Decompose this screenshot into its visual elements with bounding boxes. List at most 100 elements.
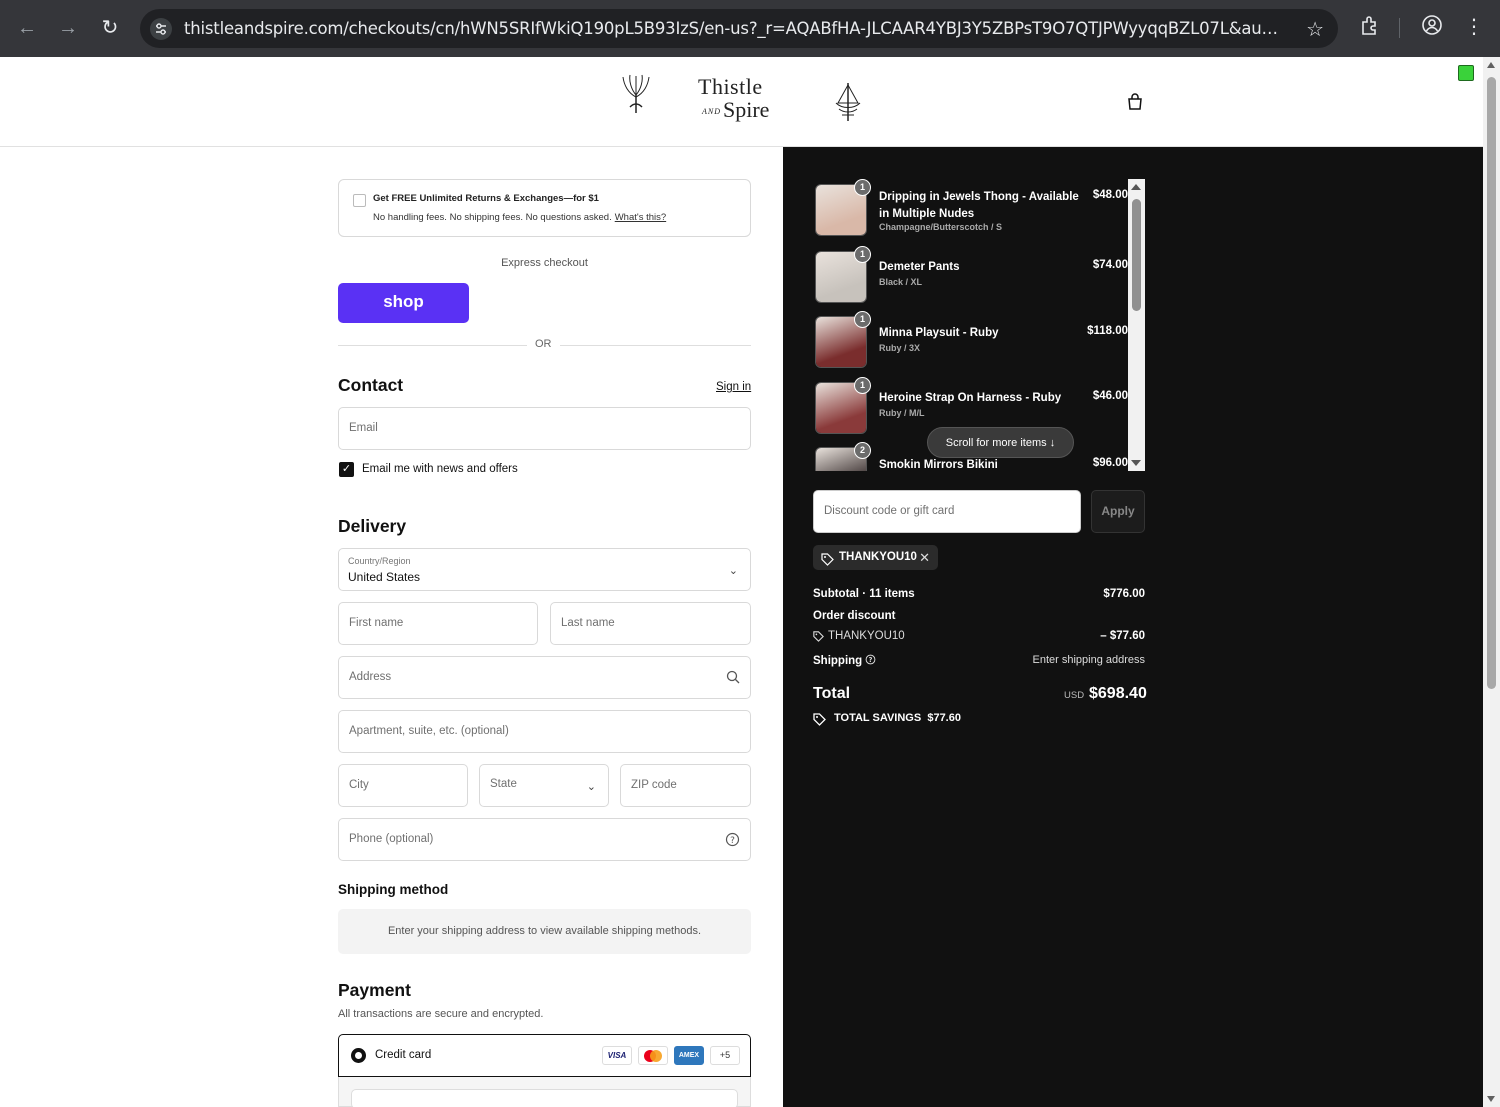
help-circle-icon[interactable]: ? xyxy=(865,654,876,667)
scroll-up-icon[interactable] xyxy=(1131,184,1141,190)
amex-icon: AMEX xyxy=(674,1046,704,1065)
store-header: Thistle ANDSpire xyxy=(0,57,1483,147)
item-variant: Champagne/Butterscotch / S xyxy=(879,222,1003,232)
city-placeholder: City xyxy=(349,779,369,791)
item-price: $46.00 xyxy=(1092,390,1128,402)
item-name: Minna Playsuit - Ruby xyxy=(879,327,999,339)
tag-icon xyxy=(821,551,834,576)
item-name: Smokin Mirrors Bikini xyxy=(879,459,998,471)
zip-placeholder: ZIP code xyxy=(631,779,677,791)
back-icon[interactable]: ← xyxy=(15,16,39,40)
discount-code-line: THANKYOU10 xyxy=(813,630,905,642)
svg-text:?: ? xyxy=(730,836,735,846)
phone-field[interactable]: Phone (optional) ? xyxy=(338,818,751,861)
line-item: 1 Minna Playsuit - Ruby Ruby / 3X $118.0… xyxy=(813,311,1128,371)
apartment-placeholder: Apartment, suite, etc. (optional) xyxy=(349,725,509,737)
returns-checkbox[interactable] xyxy=(353,194,366,207)
first-name-field[interactable]: First name xyxy=(338,602,538,645)
address-field[interactable]: Address xyxy=(338,656,751,699)
savings-label: TOTAL SAVINGS xyxy=(834,712,922,724)
country-select[interactable]: Country/Region United States ⌄ xyxy=(338,548,751,591)
forward-icon[interactable]: → xyxy=(56,16,80,40)
credit-card-option[interactable]: Credit card VISA AMEX +5 xyxy=(338,1034,751,1077)
brand-line-2: Spire xyxy=(723,97,770,122)
city-field[interactable]: City xyxy=(338,764,468,807)
items-scrollbar[interactable] xyxy=(1128,179,1145,471)
shop-pay-button[interactable]: shop xyxy=(338,283,469,323)
discount-code-text: THANKYOU10 xyxy=(828,630,905,642)
state-select[interactable]: State ⌄ xyxy=(479,764,609,807)
url-text[interactable]: thistleandspire.com/checkouts/cn/hWN5SRI… xyxy=(184,19,1284,38)
arrow-down-icon: ↓ xyxy=(1049,437,1056,449)
site-settings-icon[interactable] xyxy=(150,18,172,40)
scroll-down-icon[interactable] xyxy=(1131,460,1141,466)
menu-kebab-icon[interactable]: ⋮ xyxy=(1461,14,1487,40)
total-currency: USD xyxy=(1064,690,1085,701)
country-value: United States xyxy=(348,570,421,584)
more-cards-badge: +5 xyxy=(710,1046,740,1065)
first-name-placeholder: First name xyxy=(349,617,404,629)
bookmark-star-icon[interactable]: ☆ xyxy=(1306,17,1324,42)
payment-title: Payment xyxy=(338,980,411,1000)
news-checkbox[interactable]: ✓ xyxy=(339,462,354,477)
scroll-thumb[interactable] xyxy=(1132,199,1141,311)
order-summary: 1 Dripping in Jewels Thong - Available i… xyxy=(783,147,1483,1107)
item-name: Demeter Pants xyxy=(879,261,960,273)
last-name-field[interactable]: Last name xyxy=(550,602,751,645)
zip-field[interactable]: ZIP code xyxy=(620,764,751,807)
scroll-up-icon[interactable] xyxy=(1487,62,1495,68)
total-label: Total xyxy=(813,685,851,702)
delivery-title: Delivery xyxy=(338,516,407,536)
brand-line-1: Thistle xyxy=(698,74,763,99)
shipping-method-message: Enter your shipping address to view avai… xyxy=(338,909,751,954)
quantity-badge: 2 xyxy=(854,442,871,459)
state-placeholder: State xyxy=(490,778,517,790)
reload-icon[interactable]: ↻ xyxy=(98,16,122,40)
item-price: $48.00 xyxy=(1092,189,1128,201)
country-label: Country/Region xyxy=(348,556,411,566)
page-scroll-thumb[interactable] xyxy=(1487,77,1496,689)
total-value: $698.40 xyxy=(1089,685,1147,702)
shipping-label: Shipping xyxy=(813,655,863,667)
apply-button[interactable]: Apply xyxy=(1091,490,1145,533)
discount-code-input[interactable]: Discount code or gift card xyxy=(813,490,1081,533)
line-items-list[interactable]: 1 Dripping in Jewels Thong - Available i… xyxy=(813,179,1145,471)
email-field[interactable]: Email xyxy=(338,407,751,450)
scroll-hint-label: Scroll for more items xyxy=(945,437,1047,449)
search-icon xyxy=(726,670,740,689)
tag-icon xyxy=(813,713,826,729)
apartment-field[interactable]: Apartment, suite, etc. (optional) xyxy=(338,710,751,753)
sign-in-link[interactable]: Sign in xyxy=(716,381,751,393)
credit-card-label: Credit card xyxy=(375,1049,432,1061)
item-variant: Black / XL xyxy=(879,277,923,287)
extensions-icon[interactable] xyxy=(1357,14,1383,40)
address-bar[interactable]: thistleandspire.com/checkouts/cn/hWN5SRI… xyxy=(140,9,1338,48)
credit-card-radio[interactable] xyxy=(351,1048,366,1063)
quantity-badge: 1 xyxy=(854,179,871,196)
chevron-down-icon: ⌄ xyxy=(728,565,738,577)
brand-wordmark[interactable]: Thistle ANDSpire xyxy=(698,75,769,123)
scroll-down-icon[interactable] xyxy=(1487,1096,1495,1102)
subtotal-label: Subtotal · 11 items xyxy=(813,588,915,600)
svg-text:?: ? xyxy=(869,656,873,664)
item-variant: Ruby / 3X xyxy=(879,343,921,353)
help-circle-icon[interactable]: ? xyxy=(725,832,740,852)
scroll-more-button[interactable]: Scroll for more items ↓ xyxy=(927,427,1074,458)
subtotal-value: $776.00 xyxy=(1103,588,1145,600)
whats-this-link[interactable]: What's this? xyxy=(615,212,666,223)
brand-and: AND xyxy=(702,106,721,116)
total-savings: TOTAL SAVINGS $77.60 xyxy=(813,712,961,726)
shipping-method-title: Shipping method xyxy=(338,882,449,897)
spire-logo-icon xyxy=(832,81,864,128)
page-scrollbar[interactable] xyxy=(1483,57,1500,1107)
remove-code-icon[interactable]: ✕ xyxy=(919,545,930,570)
returns-offer[interactable]: Get FREE Unlimited Returns & Exchanges—f… xyxy=(338,179,751,237)
shipping-label-wrap: Shipping ? xyxy=(813,654,876,667)
returns-desc: No handling fees. No shipping fees. No q… xyxy=(373,212,612,223)
profile-icon[interactable] xyxy=(1419,14,1445,40)
quantity-badge: 1 xyxy=(854,311,871,328)
or-label: OR xyxy=(527,338,560,350)
quantity-badge: 1 xyxy=(854,246,871,263)
card-number-field[interactable] xyxy=(351,1089,738,1107)
shopping-bag-icon[interactable] xyxy=(1126,93,1144,116)
